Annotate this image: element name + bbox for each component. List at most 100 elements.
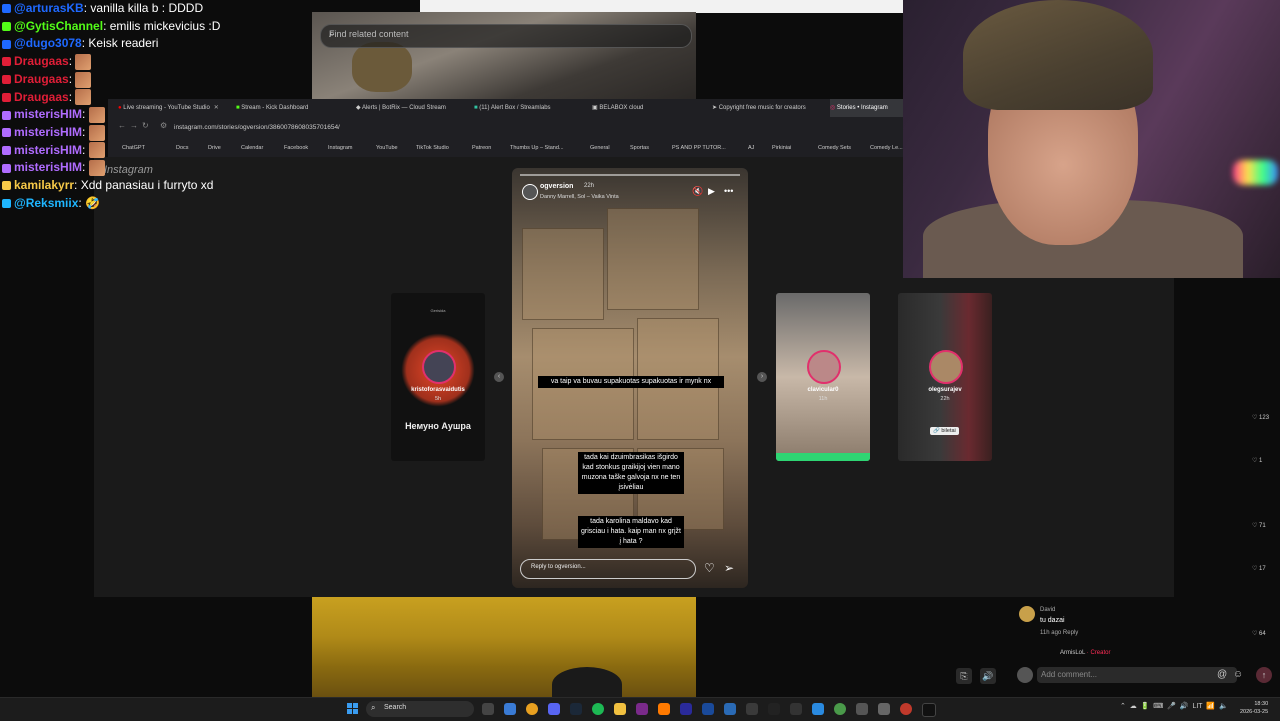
like-count[interactable]: ♡ 71 xyxy=(1252,522,1266,529)
word-icon[interactable] xyxy=(746,703,758,715)
side-story-username: kristoforasvaidutis xyxy=(411,387,465,393)
side-story-username: clavicular0 xyxy=(807,387,839,393)
language-indicator[interactable]: LIT xyxy=(1192,703,1202,710)
story-user-avatar[interactable] xyxy=(522,184,538,200)
comment-meta[interactable]: 11h ago Reply xyxy=(1040,630,1078,636)
bookmark-tiktok-studio[interactable]: TikTok Studio xyxy=(416,142,449,154)
story-avatar xyxy=(807,350,841,384)
add-comment-bar: Add comment... @ ☺ ↑ xyxy=(1015,665,1275,687)
active-story[interactable]: ogversion 22h Danny Marrell, Sol – Vaika… xyxy=(512,168,748,588)
bookmark-folder-aj[interactable]: AJ xyxy=(748,142,754,154)
chat-message: Draugaas: xyxy=(2,89,92,106)
edge-icon[interactable] xyxy=(504,703,516,715)
volume-icon[interactable]: 🔊 xyxy=(980,668,996,684)
mention-icon[interactable]: @ xyxy=(1217,669,1227,680)
platform-badge-icon xyxy=(2,75,11,85)
chat-username: misterisHIM xyxy=(14,124,83,139)
side-story-kristoforas[interactable]: Gerisida kristoforasvaidutis 5h Немуно А… xyxy=(391,293,485,461)
tab-copyright-music[interactable]: ➤ Copyright free music for creators xyxy=(712,99,824,117)
share-send-icon[interactable]: ➢ xyxy=(724,561,734,575)
send-comment-button[interactable]: ↑ xyxy=(1256,667,1272,683)
chat-message: @Reksmiix: 🤣 xyxy=(2,195,100,212)
bookmark-thumbs-up[interactable]: Thumbs Up – Stand... xyxy=(510,142,564,154)
bookmark-instagram[interactable]: Instagram xyxy=(328,142,352,154)
webcam-feed xyxy=(903,0,1280,278)
app-icon[interactable] xyxy=(856,703,868,715)
capcut-icon[interactable] xyxy=(790,703,802,715)
next-story-arrow[interactable]: › xyxy=(757,372,767,382)
tab-label: Stories • Instagram xyxy=(836,105,888,111)
story-link-sticker[interactable]: 🔗 biletai xyxy=(930,427,959,435)
commenter-avatar[interactable] xyxy=(1019,606,1035,622)
illustrator-icon[interactable] xyxy=(658,703,670,715)
side-story-time: 11h xyxy=(818,396,828,402)
chat-emote xyxy=(75,53,92,70)
like-count[interactable]: ♡ 17 xyxy=(1252,565,1266,572)
photoshop-icon[interactable] xyxy=(724,703,736,715)
bookmark-youtube[interactable]: YouTube xyxy=(376,142,398,154)
file-explorer-icon[interactable] xyxy=(614,703,626,715)
bookmark-folder-comedy-sets[interactable]: Comedy Sets xyxy=(818,142,851,154)
bookmark-folder-general[interactable]: General xyxy=(590,142,610,154)
play-icon[interactable]: ▶ xyxy=(708,186,715,197)
search-icon[interactable]: ⌕ xyxy=(329,28,681,41)
story-location[interactable]: Danny Marrell, Sol – Vaika Vinta xyxy=(540,194,619,200)
platform-badge-icon xyxy=(2,199,11,209)
bookmark-patreon[interactable]: Patreon xyxy=(472,142,491,154)
bookmark-folder-ps-pp[interactable]: PS AND PP TUTOR... xyxy=(672,142,726,154)
tab-instagram-stories[interactable]: ◎ Stories • Instagram xyxy=(830,99,903,117)
side-story-clavicular[interactable]: clavicular0 11h xyxy=(776,293,870,461)
like-count[interactable]: ♡ 123 xyxy=(1252,414,1269,421)
previous-story-arrow[interactable]: ‹ xyxy=(494,372,504,382)
chat-emote xyxy=(88,142,105,159)
related-content-search[interactable]: Find related content ⌕ xyxy=(320,24,692,48)
chrome-profile-icon[interactable] xyxy=(834,703,846,715)
app-icon[interactable] xyxy=(812,703,824,715)
bookmark-folder-comedy-le[interactable]: Comedy Le... xyxy=(870,142,903,154)
premiere-icon[interactable] xyxy=(636,703,648,715)
tab-belabox[interactable]: ▣ BELABOX cloud xyxy=(592,99,704,117)
emoji-icon[interactable]: ☺ xyxy=(1233,669,1243,680)
chrome-icon[interactable] xyxy=(526,703,538,715)
bookmark-folder-sportas[interactable]: Sportas xyxy=(630,142,649,154)
recorder-icon[interactable] xyxy=(900,703,912,715)
mute-icon[interactable]: 🔇 xyxy=(692,186,703,197)
chat-message-text: vanilla killa b : DDDD xyxy=(90,1,204,15)
story-username[interactable]: ogversion xyxy=(540,183,573,190)
story-reply-input[interactable]: Reply to ogversion... xyxy=(520,559,696,579)
more-options-icon[interactable]: ••• xyxy=(724,186,733,196)
chat-emote xyxy=(75,71,92,88)
caption-icon[interactable]: ⎘ xyxy=(956,668,972,684)
taskbar-clock[interactable]: 18:30 2026-03-25 xyxy=(1240,700,1268,716)
tab-botrix-alerts[interactable]: ◆ Alerts | BotRix — Cloud Stream xyxy=(356,99,471,117)
bookmark-folder-pirkiniai[interactable]: Pirkiniai xyxy=(772,142,791,154)
snipping-tool-icon[interactable] xyxy=(878,703,890,715)
chat-username: Draugaas xyxy=(14,54,69,69)
windows-start-icon[interactable] xyxy=(347,703,359,715)
taskbar-search[interactable]: ⌕ Search xyxy=(366,701,474,717)
task-view-icon[interactable] xyxy=(482,703,494,715)
tiktok-icon[interactable] xyxy=(922,703,936,717)
spotify-icon[interactable] xyxy=(592,703,604,715)
tab-label: BELABOX cloud xyxy=(599,105,644,111)
reply-author[interactable]: ArmisLoL · Creator xyxy=(1060,650,1110,656)
commenter-name[interactable]: David xyxy=(1040,607,1055,613)
obs-icon[interactable] xyxy=(768,703,780,715)
after-effects-icon[interactable] xyxy=(680,703,692,715)
tab-streamlabs[interactable]: ■ (11) Alert Box / Streamlabs xyxy=(474,99,586,117)
comment-item: David tu dazai 11h ago Reply ArmisLoL · … xyxy=(1015,600,1275,660)
like-count[interactable]: ♡ 1 xyxy=(1252,457,1262,464)
system-tray[interactable]: ⌃ ☁ 🔋 ⌨ 🎤 🔊 LIT 📶 🔈 xyxy=(1120,702,1228,710)
search-icon: ⌕ xyxy=(371,703,376,712)
steam-icon[interactable] xyxy=(570,703,582,715)
chat-username: @arturasKB xyxy=(14,1,84,15)
audition-icon[interactable] xyxy=(702,703,714,715)
chat-username: @GytisChannel xyxy=(14,18,104,33)
like-heart-icon[interactable]: ♡ xyxy=(704,561,715,575)
tab-label: Copyright free music for creators xyxy=(718,105,806,111)
side-story-top-text: Gerisida xyxy=(430,308,446,313)
discord-icon[interactable] xyxy=(548,703,560,715)
side-story-olegsurajev[interactable]: olegsurajev 22h 🔗 biletai xyxy=(898,293,992,461)
add-comment-input[interactable]: Add comment... xyxy=(1037,667,1237,683)
chat-message-text: Keisk readeri xyxy=(88,36,159,51)
